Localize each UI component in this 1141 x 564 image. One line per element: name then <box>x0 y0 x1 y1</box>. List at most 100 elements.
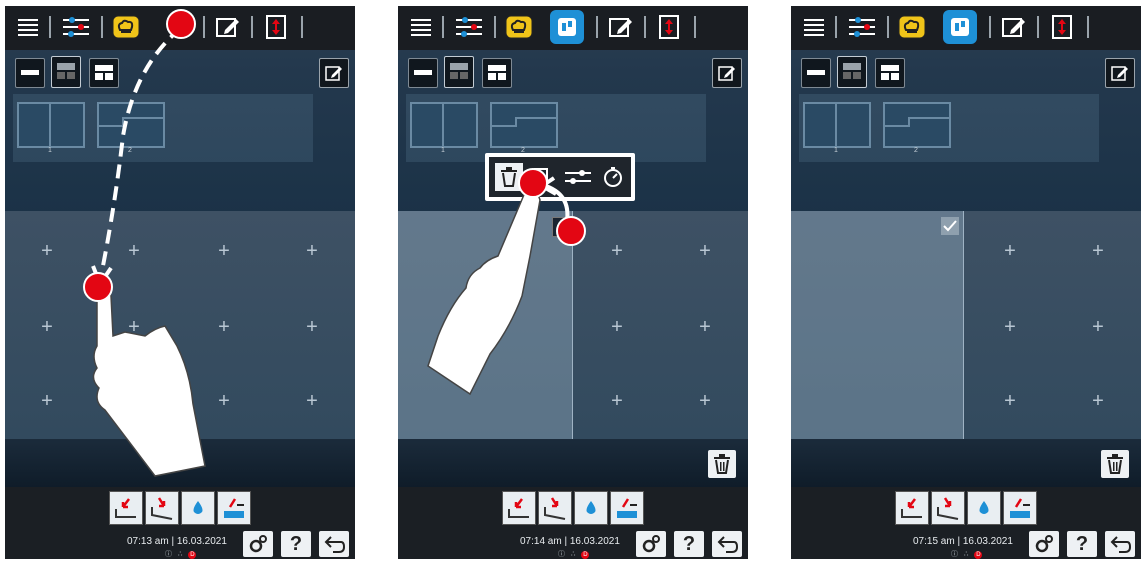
layout-single-button[interactable] <box>801 58 831 88</box>
cooking-grid[interactable]: + + + + + + <box>791 211 1141 439</box>
unload-button[interactable] <box>538 491 572 525</box>
layout-split-button[interactable] <box>51 56 81 88</box>
help-button[interactable]: ? <box>1067 531 1097 557</box>
trash-icon <box>714 454 730 474</box>
add-slot-icon[interactable]: + <box>214 317 234 337</box>
layout-quad-button[interactable] <box>89 58 119 88</box>
delete-button[interactable] <box>1101 450 1129 478</box>
load-button[interactable] <box>895 491 929 525</box>
height-icon <box>659 15 679 39</box>
layout-quad-button[interactable] <box>482 58 512 88</box>
layout-tab[interactable] <box>943 10 977 44</box>
help-button[interactable]: ? <box>674 531 704 557</box>
preset-2[interactable] <box>883 102 951 148</box>
slot-timer-button[interactable] <box>599 163 627 191</box>
menu-icon <box>411 19 431 36</box>
height-tab[interactable] <box>652 10 686 44</box>
cooking-tab[interactable] <box>502 10 536 44</box>
add-slot-icon[interactable]: + <box>37 241 57 261</box>
add-slot-icon[interactable]: + <box>124 241 144 261</box>
layout-split-button[interactable] <box>444 56 474 88</box>
slot-checked-checkbox[interactable] <box>941 217 959 235</box>
layout-quad-button[interactable] <box>875 58 905 88</box>
preset-1[interactable] <box>803 102 871 148</box>
humidity-button[interactable] <box>967 491 1001 525</box>
add-slot-icon[interactable]: + <box>695 391 715 411</box>
slot-settings-button[interactable] <box>563 163 593 191</box>
add-slot-icon[interactable]: + <box>1000 317 1020 337</box>
preset-2[interactable] <box>490 102 558 148</box>
add-slot-icon[interactable]: + <box>695 317 715 337</box>
water-drop-icon <box>979 501 989 514</box>
settings-sliders-button[interactable] <box>845 10 879 44</box>
back-button[interactable] <box>1105 531 1135 557</box>
clean-button[interactable] <box>1003 491 1037 525</box>
settings-sliders-button[interactable] <box>452 10 486 44</box>
help-button[interactable]: ? <box>281 531 311 557</box>
toolbar-divider <box>203 16 205 38</box>
settings-button[interactable] <box>1029 531 1059 557</box>
add-slot-icon[interactable]: + <box>1000 391 1020 411</box>
screen-1: 1 2 + + + + + + + + + + + + 07:13 am | 1… <box>5 6 355 559</box>
settings-button[interactable] <box>636 531 666 557</box>
menu-button[interactable] <box>11 10 45 44</box>
load-button[interactable] <box>109 491 143 525</box>
humidity-button[interactable] <box>181 491 215 525</box>
settings-sliders-button[interactable] <box>59 10 93 44</box>
add-slot-icon[interactable]: + <box>607 317 627 337</box>
add-slot-icon[interactable]: + <box>607 391 627 411</box>
edit-layout-button[interactable] <box>1105 58 1135 88</box>
add-slot-icon[interactable]: + <box>124 317 144 337</box>
clean-button[interactable] <box>610 491 644 525</box>
checkmark-icon <box>943 220 957 232</box>
clean-button[interactable] <box>217 491 251 525</box>
load-button[interactable] <box>502 491 536 525</box>
add-slot-icon[interactable]: + <box>37 317 57 337</box>
add-slot-icon[interactable]: + <box>607 241 627 261</box>
preset-1[interactable] <box>410 102 478 148</box>
preset-1[interactable] <box>17 102 85 148</box>
edit-tab[interactable] <box>604 10 638 44</box>
add-slot-icon[interactable]: + <box>37 391 57 411</box>
back-button[interactable] <box>319 531 349 557</box>
height-tab[interactable] <box>259 10 293 44</box>
chef-hat-icon <box>898 15 926 39</box>
selected-slot-area[interactable] <box>398 211 573 439</box>
humidity-button[interactable] <box>574 491 608 525</box>
settings-button[interactable] <box>243 531 273 557</box>
layout-single-button[interactable] <box>408 58 438 88</box>
add-slot-icon[interactable]: + <box>302 241 322 261</box>
back-button[interactable] <box>712 531 742 557</box>
preset-2[interactable] <box>97 102 165 148</box>
cooking-tab[interactable] <box>109 10 143 44</box>
height-tab[interactable] <box>1045 10 1079 44</box>
selected-slot-area[interactable] <box>791 211 964 439</box>
add-slot-icon[interactable]: + <box>1088 241 1108 261</box>
menu-button[interactable] <box>797 10 831 44</box>
cooking-grid[interactable]: + + + + + + + + + + + + <box>5 211 355 439</box>
add-slot-icon[interactable]: + <box>1088 391 1108 411</box>
unload-button[interactable] <box>145 491 179 525</box>
cooking-tab[interactable] <box>895 10 929 44</box>
add-slot-icon[interactable]: + <box>1000 241 1020 261</box>
preset-label: 2 <box>914 147 918 154</box>
add-slot-icon[interactable]: + <box>1088 317 1108 337</box>
edit-tab[interactable] <box>211 10 245 44</box>
unload-button[interactable] <box>931 491 965 525</box>
edit-tab[interactable] <box>997 10 1031 44</box>
add-slot-icon[interactable]: + <box>214 391 234 411</box>
layout-tab[interactable] <box>550 10 584 44</box>
add-slot-icon[interactable]: + <box>302 317 322 337</box>
add-slot-icon[interactable]: + <box>124 391 144 411</box>
layout-split-button[interactable] <box>837 56 867 88</box>
edit-layout-button[interactable] <box>319 58 349 88</box>
status-icons: ⓘ ∴ D <box>165 549 197 559</box>
delete-button[interactable] <box>708 450 736 478</box>
layout-single-button[interactable] <box>15 58 45 88</box>
menu-button[interactable] <box>404 10 438 44</box>
add-slot-icon[interactable]: + <box>302 391 322 411</box>
info-icon: ⓘ <box>165 551 172 558</box>
add-slot-icon[interactable]: + <box>695 241 715 261</box>
edit-layout-button[interactable] <box>712 58 742 88</box>
add-slot-icon[interactable]: + <box>214 241 234 261</box>
